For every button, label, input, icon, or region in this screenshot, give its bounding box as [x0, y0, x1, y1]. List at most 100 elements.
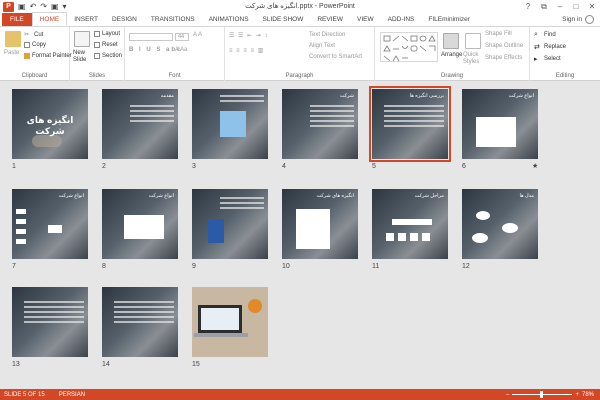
slide-thumbnail-15[interactable] — [192, 287, 268, 357]
slide-image — [208, 219, 224, 243]
cut-button[interactable]: ✂ Cut — [24, 31, 43, 39]
ribbon-tabs: FILE HOME INSERT DESIGN TRANSITIONS ANIM… — [0, 12, 600, 27]
replace-button[interactable]: ⇄ Replace — [534, 43, 566, 52]
diagram-box — [16, 219, 26, 224]
font-color-icon[interactable]: A Aa — [175, 47, 187, 53]
ribbon-display-options-button[interactable]: ⧉ — [536, 0, 552, 13]
shape-fill-button[interactable]: Shape Fill — [485, 31, 512, 37]
reset-icon — [94, 42, 100, 48]
zoom-out-button[interactable]: – — [506, 392, 509, 398]
slide-thumbnail-7[interactable]: انواع شرکت — [12, 189, 88, 259]
list-buttons[interactable]: ☰ ☰ ⇤ ⇥ ↕ — [229, 32, 268, 39]
bubble-shape — [472, 233, 488, 243]
layout-button[interactable]: Layout — [94, 31, 120, 37]
diagram-box — [16, 229, 26, 234]
zoom-in-button[interactable]: + — [575, 392, 579, 398]
shape-effects-button[interactable]: Shape Effects — [485, 55, 522, 61]
drawing-group: Arrange Quick Styles Shape Fill Shape Ou… — [375, 27, 530, 81]
find-button[interactable]: ⌕ Find — [534, 31, 556, 38]
font-size-box[interactable]: 44 — [175, 33, 189, 41]
slide-title: انواع شرکت — [508, 93, 534, 99]
slide-background — [12, 189, 88, 259]
slide-thumbnail-11[interactable]: مراحل شرکت — [372, 189, 448, 259]
grow-font-icon[interactable]: A A — [193, 32, 202, 38]
tab-view[interactable]: VIEW — [350, 13, 381, 26]
copy-button[interactable]: Copy — [24, 42, 46, 48]
maximize-button[interactable]: □ — [568, 0, 584, 13]
slide-number: 2 — [102, 163, 106, 170]
section-label: Section — [102, 53, 123, 59]
minimize-button[interactable]: – — [552, 0, 568, 13]
close-button[interactable]: ✕ — [584, 0, 600, 13]
slide-thumbnail-2[interactable]: مقدمه — [102, 89, 178, 159]
text-direction-button[interactable]: Text Direction — [309, 32, 345, 38]
shapes-gallery[interactable] — [380, 32, 438, 62]
slide-thumbnail-13[interactable] — [12, 287, 88, 357]
laptop-display — [201, 308, 239, 330]
font-label: Font — [168, 73, 181, 79]
steps-bar — [392, 219, 432, 225]
slide-thumbnail-10[interactable]: انگیزه های شرکت — [282, 189, 358, 259]
tab-slide-show[interactable]: SLIDE SHOW — [256, 13, 311, 26]
slide-body — [220, 197, 264, 212]
slide-body — [310, 105, 354, 130]
tab-transitions[interactable]: TRANSITIONS — [144, 13, 202, 26]
slide-title: شرکت — [339, 93, 354, 99]
tab-animations[interactable]: ANIMATIONS — [202, 13, 256, 26]
slide-thumbnail-1[interactable]: انگیزه های شرکت — [12, 89, 88, 159]
convert-smartart-button[interactable]: Convert to SmartArt — [309, 54, 362, 60]
slide-thumbnail-3[interactable] — [192, 89, 268, 159]
slide-sorter: انگیزه های شرکت 1 مقدمه 2 3 شرکت 4 بررسی… — [0, 81, 600, 389]
tab-design[interactable]: DESIGN — [105, 13, 144, 26]
arrange-button[interactable]: Arrange — [441, 52, 462, 58]
sign-in[interactable]: Sign in — [562, 15, 594, 24]
slide-thumbnail-8[interactable]: انواع شرکت — [102, 189, 178, 259]
arrange-icon[interactable] — [443, 33, 459, 49]
select-button[interactable]: ▸ Select — [534, 55, 561, 64]
slide-thumbnail-12[interactable]: مدل ها — [462, 189, 538, 259]
tab-insert[interactable]: INSERT — [67, 13, 105, 26]
slide-body — [220, 95, 264, 105]
tab-file[interactable]: FILE — [2, 13, 32, 26]
reset-button[interactable]: Reset — [94, 42, 118, 48]
font-name-box[interactable] — [129, 33, 173, 41]
slide-number: 5 — [372, 163, 376, 170]
slide-thumbnail-9[interactable] — [192, 189, 268, 259]
quick-styles-icon[interactable] — [465, 33, 481, 49]
slide-thumbnail-6[interactable]: انواع شرکت — [462, 89, 538, 159]
slide-thumbnail-14[interactable] — [102, 287, 178, 357]
help-button[interactable]: ? — [520, 0, 536, 13]
paste-icon[interactable] — [5, 31, 21, 47]
quick-styles-button[interactable]: Quick Styles — [463, 52, 487, 66]
slide-number: 1 — [12, 163, 16, 170]
slide-thumbnail-4[interactable]: شرکت — [282, 89, 358, 159]
ribbon-home: Paste ✂ Cut Copy Format Painter Clipboar… — [0, 27, 600, 81]
slide-thumbnail-5[interactable]: بررسی انگیزه ها — [369, 86, 451, 162]
slide-text-box — [124, 215, 164, 239]
zoom-level[interactable]: 78% — [582, 392, 594, 398]
diagram-box — [48, 225, 62, 233]
new-slide-button[interactable]: New Slide — [73, 50, 93, 64]
section-button[interactable]: Section — [94, 53, 122, 59]
language-indicator[interactable]: PERSIAN — [55, 392, 85, 398]
shape-outline-button[interactable]: Shape Outline — [485, 43, 523, 49]
slide-title: مقدمه — [160, 93, 174, 99]
clipboard-label: Clipboard — [21, 73, 48, 79]
tab-fileminimizer[interactable]: FILEminimizer — [421, 13, 477, 26]
zoom-slider-knob[interactable] — [540, 391, 544, 398]
tab-add-ins[interactable]: ADD-INS — [381, 13, 422, 26]
step-box — [386, 233, 394, 241]
zoom-slider[interactable] — [512, 391, 573, 398]
format-painter-button[interactable]: Format Painter — [24, 53, 72, 59]
align-buttons[interactable]: ≡ ≡ ≡ ≡ ▥ — [229, 47, 264, 54]
tab-home[interactable]: HOME — [31, 12, 68, 26]
new-slide-icon[interactable] — [74, 31, 90, 47]
align-text-button[interactable]: Align Text — [309, 43, 335, 49]
smiley-icon[interactable] — [585, 15, 594, 24]
paste-button[interactable]: Paste — [4, 50, 19, 56]
document-title: انگیزه های شرکت.pptx - PowerPoint — [245, 3, 355, 10]
slide-title: انواع شرکت — [148, 193, 174, 199]
slide-image — [220, 111, 246, 137]
paragraph-group: ☰ ☰ ⇤ ⇥ ↕ ≡ ≡ ≡ ≡ ▥ Text Direction Align… — [225, 27, 375, 81]
tab-review[interactable]: REVIEW — [310, 13, 350, 26]
